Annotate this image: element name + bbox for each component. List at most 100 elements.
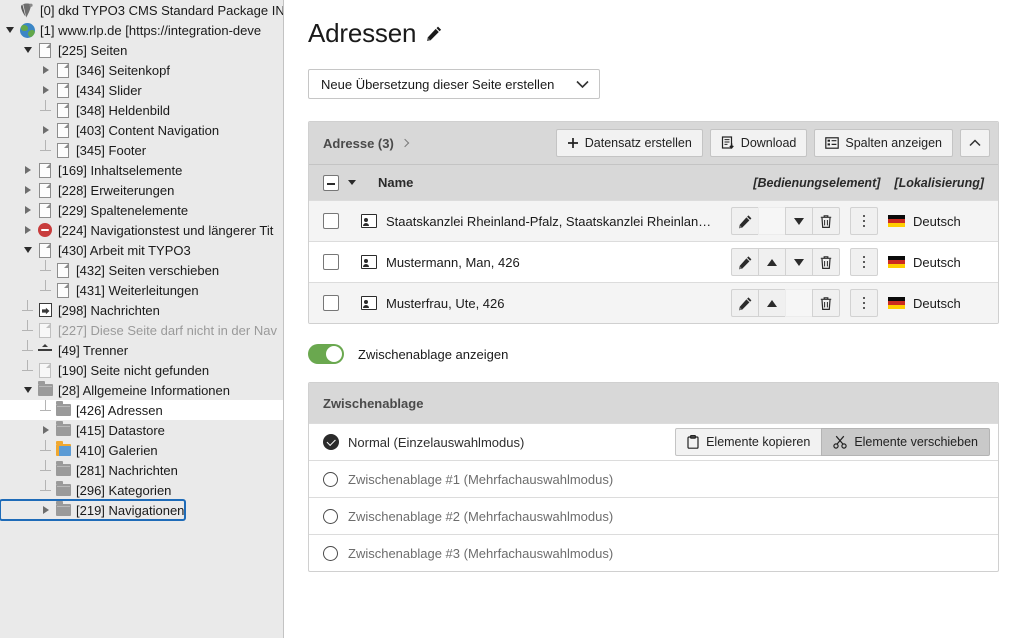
tree-toggle-collapsed[interactable]: [38, 500, 54, 520]
tree-item-345[interactable]: [345] Footer: [0, 140, 283, 160]
page-icon: [36, 360, 54, 380]
tree-item-190[interactable]: [190] Seite nicht gefunden: [0, 360, 283, 380]
tree-item-426[interactable]: [426] Adressen: [0, 400, 283, 420]
tree-toggle-collapsed[interactable]: [38, 60, 54, 80]
delete-record-button[interactable]: [812, 207, 840, 235]
clipboard-item[interactable]: Normal (Einzelauswahlmodus) Elemente kopi…: [309, 423, 998, 460]
radio-unselected-icon[interactable]: [323, 508, 338, 524]
tree-toggle-collapsed[interactable]: [38, 80, 54, 100]
tree-guide-line: [40, 470, 51, 471]
tree-toggle-expanded[interactable]: [20, 380, 36, 400]
show-columns-label: Spalten anzeigen: [845, 136, 942, 150]
tree-item-348[interactable]: [348] Heldenbild: [0, 100, 283, 120]
select-all-caret-icon[interactable]: [348, 180, 356, 185]
row-select-checkbox[interactable]: [323, 254, 339, 270]
tree-item-1[interactable]: [1] www.rlp.de [https://integration-deve: [0, 20, 283, 40]
tree-toggle-collapsed[interactable]: [20, 220, 36, 240]
caret-right-icon: [25, 186, 31, 194]
select-all-checkbox[interactable]: [323, 174, 339, 191]
tree-item-229[interactable]: [229] Spaltenelemente: [0, 200, 283, 220]
tree-item-label: [229] Spaltenelemente: [58, 202, 189, 218]
pencil-icon[interactable]: [426, 25, 443, 42]
tree-item-227[interactable]: [227] Diese Seite darf nicht in der Nav: [0, 320, 283, 340]
chevron-right-icon[interactable]: [400, 138, 410, 148]
table-row[interactable]: Musterfrau, Ute, 426 Deutsch: [309, 282, 998, 323]
tree-guide: [38, 480, 54, 500]
tree-item-224[interactable]: [224] Navigationstest und längerer Tit: [0, 220, 283, 240]
show-columns-button[interactable]: Spalten anzeigen: [814, 129, 953, 157]
download-button[interactable]: Download: [709, 129, 808, 157]
tree-item-298[interactable]: [298] Nachrichten: [0, 300, 283, 320]
page-tree-sidebar[interactable]: [0] dkd TYPO3 CMS Standard Package INTE […: [0, 0, 284, 638]
tree-item-346[interactable]: [346] Seitenkopf: [0, 60, 283, 80]
radio-unselected-icon[interactable]: [323, 545, 338, 561]
tree-item-49[interactable]: [49] Trenner: [0, 340, 283, 360]
tree-toggle-collapsed[interactable]: [20, 160, 36, 180]
tree-item-431[interactable]: [431] Weiterleitungen: [0, 280, 283, 300]
show-clipboard-toggle[interactable]: [308, 344, 344, 364]
copy-elements-button[interactable]: Elemente kopieren: [675, 428, 823, 456]
tree-item-415[interactable]: [415] Datastore: [0, 420, 283, 440]
row-actions: Deutsch: [731, 289, 984, 317]
tree-toggle-expanded[interactable]: [2, 20, 18, 40]
move-down-button[interactable]: [785, 248, 813, 276]
tree-item-28[interactable]: [28] Allgemeine Informationen: [0, 380, 283, 400]
main-content: Adressen Neue Übersetzung dieser Seite e…: [284, 0, 1009, 638]
tree-item-430[interactable]: [430] Arbeit mit TYPO3: [0, 240, 283, 260]
move-down-button[interactable]: [785, 207, 813, 235]
delete-record-button[interactable]: [812, 289, 840, 317]
clipboard-mode-label: Elemente verschieben: [854, 435, 978, 449]
clipboard-item[interactable]: Zwischenablage #2 (Mehrfachauswahlmodus): [309, 497, 998, 534]
table-row[interactable]: Mustermann, Man, 426 Deutsch: [309, 241, 998, 282]
tree-toggle-collapsed[interactable]: [38, 420, 54, 440]
move-up-button[interactable]: [758, 289, 786, 317]
clipboard-item[interactable]: Zwischenablage #3 (Mehrfachauswahlmodus): [309, 534, 998, 571]
tree-item-296[interactable]: [296] Kategorien: [0, 480, 283, 500]
edit-record-button[interactable]: [731, 289, 759, 317]
clipboard-icon: [687, 435, 699, 449]
record-panel-title-group[interactable]: Adresse (3): [323, 136, 410, 151]
more-options-button[interactable]: [850, 207, 878, 235]
collapse-panel-button[interactable]: [960, 129, 990, 157]
language-select[interactable]: Neue Übersetzung dieser Seite erstellen: [308, 69, 600, 99]
move-up-button[interactable]: [758, 248, 786, 276]
language-cell: Deutsch: [888, 214, 984, 229]
tree-item-228[interactable]: [228] Erweiterungen: [0, 180, 283, 200]
row-button-group: [731, 207, 840, 235]
create-record-label: Datensatz erstellen: [584, 136, 692, 150]
tree-item-0[interactable]: [0] dkd TYPO3 CMS Standard Package INTE: [0, 0, 283, 20]
tree-item-169[interactable]: [169] Inhaltselemente: [0, 160, 283, 180]
more-options-button[interactable]: [850, 248, 878, 276]
delete-record-button[interactable]: [812, 248, 840, 276]
edit-record-button[interactable]: [731, 207, 759, 235]
clipboard-item[interactable]: Zwischenablage #1 (Mehrfachauswahlmodus): [309, 460, 998, 497]
tree-guide-line: [40, 290, 51, 291]
columns-icon: [825, 137, 840, 149]
tree-item-225[interactable]: [225] Seiten: [0, 40, 283, 60]
tree-toggle-expanded[interactable]: [20, 40, 36, 60]
tree-toggle-collapsed[interactable]: [20, 200, 36, 220]
tree-item-432[interactable]: [432] Seiten verschieben: [0, 260, 283, 280]
radio-unselected-icon[interactable]: [323, 471, 338, 487]
row-select-checkbox[interactable]: [323, 295, 339, 311]
column-header-localization: [Lokalisierung]: [894, 175, 984, 190]
tree-item-281[interactable]: [281] Nachrichten: [0, 460, 283, 480]
tree-item-410[interactable]: [410] Galerien: [0, 440, 283, 460]
row-select-checkbox[interactable]: [323, 213, 339, 229]
table-row[interactable]: Staatskanzlei Rheinland-Pfalz, Staatskan…: [309, 200, 998, 241]
create-record-button[interactable]: Datensatz erstellen: [555, 129, 703, 157]
tree-item-434[interactable]: [434] Slider: [0, 80, 283, 100]
caret-right-icon: [43, 86, 49, 94]
tree-toggle-collapsed[interactable]: [38, 120, 54, 140]
more-options-button[interactable]: [850, 289, 878, 317]
move-elements-button[interactable]: Elemente verschieben: [821, 428, 990, 456]
tree-toggle-collapsed[interactable]: [20, 180, 36, 200]
caret-right-icon: [43, 66, 49, 74]
clipboard-toggle-row: Zwischenablage anzeigen: [308, 344, 999, 364]
tree-item-403[interactable]: [403] Content Navigation: [0, 120, 283, 140]
tree-toggle-expanded[interactable]: [20, 240, 36, 260]
tree-item-219[interactable]: [219] Navigationen: [0, 499, 186, 521]
radio-selected-icon[interactable]: [323, 434, 339, 450]
edit-record-button[interactable]: [731, 248, 759, 276]
folder-icon: [54, 420, 72, 440]
